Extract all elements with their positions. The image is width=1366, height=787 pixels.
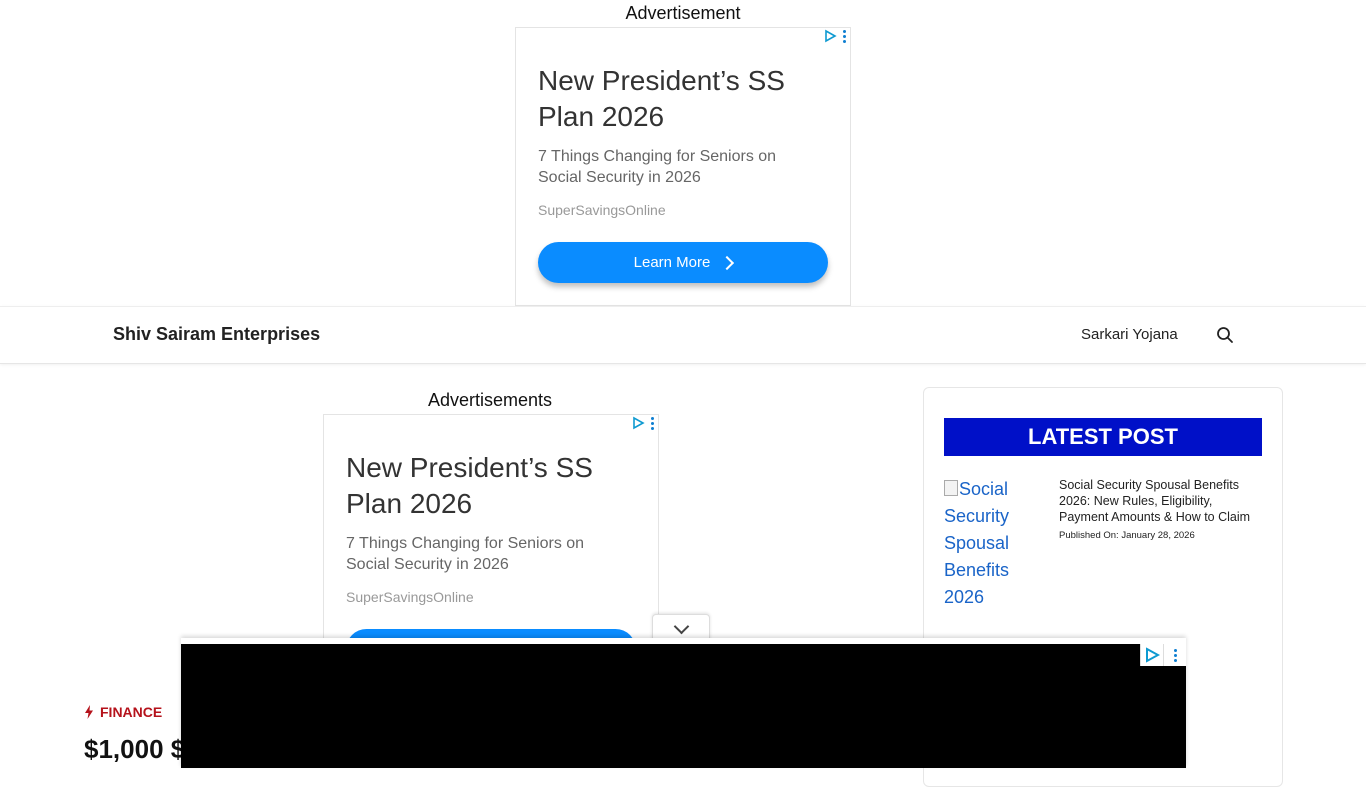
- site-header: Shiv Sairam Enterprises Sarkari Yojana: [0, 306, 1366, 364]
- ad-headline[interactable]: New President’s SS Plan 2026: [538, 63, 818, 135]
- category-label: FINANCE: [100, 704, 163, 720]
- adchoices-icon[interactable]: [1140, 644, 1163, 666]
- ad-source[interactable]: SuperSavingsOnline: [538, 202, 666, 218]
- more-options-icon[interactable]: [1163, 644, 1186, 666]
- post-title-link[interactable]: Social Security Spousal Benefits 2026: N…: [1059, 477, 1264, 525]
- learn-more-label: Learn More: [633, 254, 711, 271]
- adchoices-icon[interactable]: [819, 28, 850, 44]
- learn-more-button[interactable]: Learn More: [538, 242, 828, 283]
- chevron-down-icon: [673, 618, 690, 635]
- content-ad-card[interactable]: New President’s SS Plan 2026 7 Things Ch…: [323, 414, 659, 644]
- post-thumbnail[interactable]: Social Security Spousal Benefits 2026: [944, 476, 1044, 611]
- ad-source[interactable]: SuperSavingsOnline: [346, 589, 474, 605]
- post-thumbnail-alt: Social Security Spousal Benefits 2026: [944, 479, 1010, 607]
- lightning-icon: [85, 705, 93, 719]
- chevron-right-icon: [720, 255, 735, 270]
- latest-post-heading: LATEST POST: [944, 418, 1262, 456]
- ad-headline[interactable]: New President’s SS Plan 2026: [346, 450, 626, 522]
- category-badge[interactable]: FINANCE: [84, 704, 162, 720]
- ad-choices-panel[interactable]: [1140, 644, 1186, 666]
- article-title: $1,000 $: [84, 734, 186, 764]
- search-icon[interactable]: [1216, 326, 1234, 344]
- site-brand[interactable]: Shiv Sairam Enterprises: [113, 324, 320, 345]
- broken-image-icon: [944, 480, 958, 496]
- top-ad-card[interactable]: New President’s SS Plan 2026 7 Things Ch…: [515, 27, 851, 306]
- adchoices-icon[interactable]: [627, 415, 658, 431]
- video-ad-area[interactable]: [181, 644, 1186, 768]
- advertisements-label: Advertisements: [427, 390, 553, 410]
- ad-subtext[interactable]: 7 Things Changing for Seniors on Social …: [346, 533, 616, 575]
- sticky-bottom-ad[interactable]: [181, 638, 1186, 768]
- ad-subtext[interactable]: 7 Things Changing for Seniors on Social …: [538, 146, 808, 188]
- advertisement-label: Advertisement: [625, 3, 741, 23]
- post-date: Published On: January 28, 2026: [1059, 530, 1195, 541]
- nav-item-sarkari-yojana[interactable]: Sarkari Yojana: [1081, 326, 1178, 343]
